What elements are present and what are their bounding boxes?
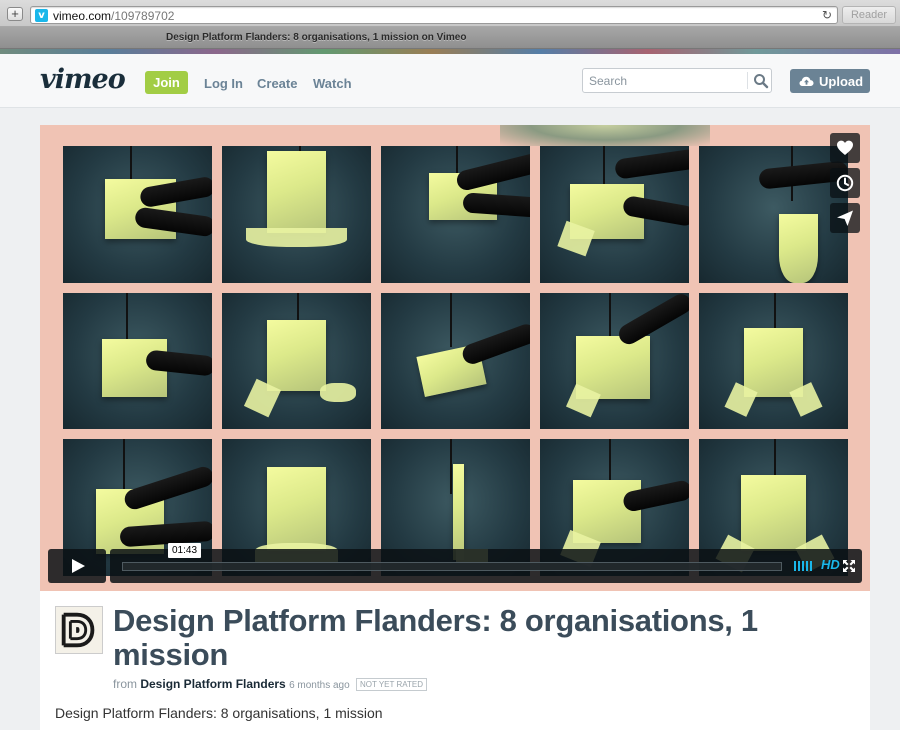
nav-login[interactable]: Log In	[204, 76, 243, 91]
plus-icon[interactable]: +	[7, 7, 23, 21]
bag-shape	[266, 151, 327, 234]
nav-watch[interactable]: Watch	[313, 76, 352, 91]
video-title: Design Platform Flanders: 8 organisation…	[113, 603, 758, 672]
video-player[interactable]: 01:43 HD	[40, 125, 870, 591]
video-tile	[381, 146, 530, 283]
video-tile	[222, 292, 371, 430]
video-tile	[222, 146, 371, 283]
browser-tab-bar: Design Platform Flanders: 8 organisation…	[0, 27, 900, 49]
join-button[interactable]: Join	[145, 71, 188, 94]
time-tooltip: 01:43	[168, 543, 202, 558]
bag-shape	[743, 328, 804, 397]
search-box	[582, 68, 772, 93]
url-domain: vimeo.com	[53, 9, 112, 23]
avatar[interactable]	[55, 606, 103, 654]
cloud-upload-icon	[799, 76, 814, 86]
video-thumbnail-grid	[63, 146, 848, 576]
like-button[interactable]	[830, 133, 860, 163]
bag-shape	[572, 480, 642, 544]
reader-button[interactable]: Reader	[842, 6, 896, 24]
play-button[interactable]	[48, 549, 106, 583]
bag-shape	[266, 466, 327, 552]
hd-toggle[interactable]: HD	[821, 557, 840, 572]
arm-shape	[121, 463, 212, 512]
bag-flap	[245, 227, 348, 248]
share-button[interactable]	[830, 203, 860, 233]
play-icon	[72, 559, 85, 573]
byline-from: from	[113, 677, 137, 691]
video-tile	[540, 146, 689, 283]
bag-shape	[779, 214, 819, 283]
upload-date: 6 months ago	[289, 680, 350, 691]
control-bar: 01:43 HD	[110, 543, 862, 583]
bag-shape	[740, 474, 807, 552]
url-text: vimeo.com/109789702	[53, 9, 174, 23]
app-root: + v vimeo.com/109789702 ↻ Reader Design …	[0, 0, 900, 730]
video-tile	[699, 292, 848, 430]
design-platform-logo-icon	[56, 607, 102, 653]
search-icon[interactable]	[753, 73, 769, 89]
volume-icon[interactable]	[794, 560, 816, 572]
vimeo-logo[interactable]: vimeo	[40, 64, 126, 95]
video-info: Design Platform Flanders: 8 organisation…	[40, 591, 870, 730]
bag-shape	[266, 319, 327, 392]
arm-shape	[613, 148, 689, 180]
send-icon	[837, 210, 853, 226]
video-tile	[540, 292, 689, 430]
bag-flap	[320, 382, 357, 402]
vimeo-favicon: v	[35, 9, 48, 22]
progress-bar[interactable]	[122, 562, 782, 571]
player-controls: 01:43 HD	[48, 543, 862, 583]
video-tile	[63, 146, 212, 283]
search-divider	[747, 72, 748, 89]
rating-badge: NOT YET RATED	[356, 678, 427, 691]
video-tile	[63, 292, 212, 430]
watch-later-button[interactable]	[830, 168, 860, 198]
video-tile	[381, 292, 530, 430]
search-input[interactable]	[583, 69, 746, 92]
address-bar[interactable]: v vimeo.com/109789702 ↻	[30, 6, 838, 24]
reload-icon[interactable]: ↻	[822, 8, 832, 22]
clock-icon	[836, 174, 854, 192]
owner-link[interactable]: Design Platform Flanders	[140, 677, 285, 691]
player-side-actions	[830, 133, 860, 238]
bag-shape	[452, 463, 465, 560]
video-tile	[699, 146, 848, 283]
byline: from Design Platform Flanders 6 months a…	[113, 677, 427, 691]
video-light-spot	[500, 125, 710, 146]
site-header: vimeo Join Log In Create Watch Upload	[0, 54, 900, 108]
arm-shape	[460, 321, 530, 367]
url-path: /109789702	[111, 9, 175, 23]
upload-button[interactable]: Upload	[790, 69, 870, 93]
upload-label: Upload	[819, 74, 864, 89]
fullscreen-icon[interactable]	[843, 560, 855, 572]
bag-strap	[449, 439, 452, 494]
heart-icon	[837, 140, 853, 155]
arm-shape	[614, 292, 689, 348]
browser-toolbar: + v vimeo.com/109789702 ↻ Reader	[0, 0, 900, 27]
video-frame[interactable]	[40, 125, 870, 591]
nav-create[interactable]: Create	[257, 76, 297, 91]
video-description: Design Platform Flanders: 8 organisation…	[55, 705, 383, 721]
bag-strap	[122, 439, 125, 494]
tab-title[interactable]: Design Platform Flanders: 8 organisation…	[166, 32, 466, 43]
bag-strap	[449, 292, 452, 348]
